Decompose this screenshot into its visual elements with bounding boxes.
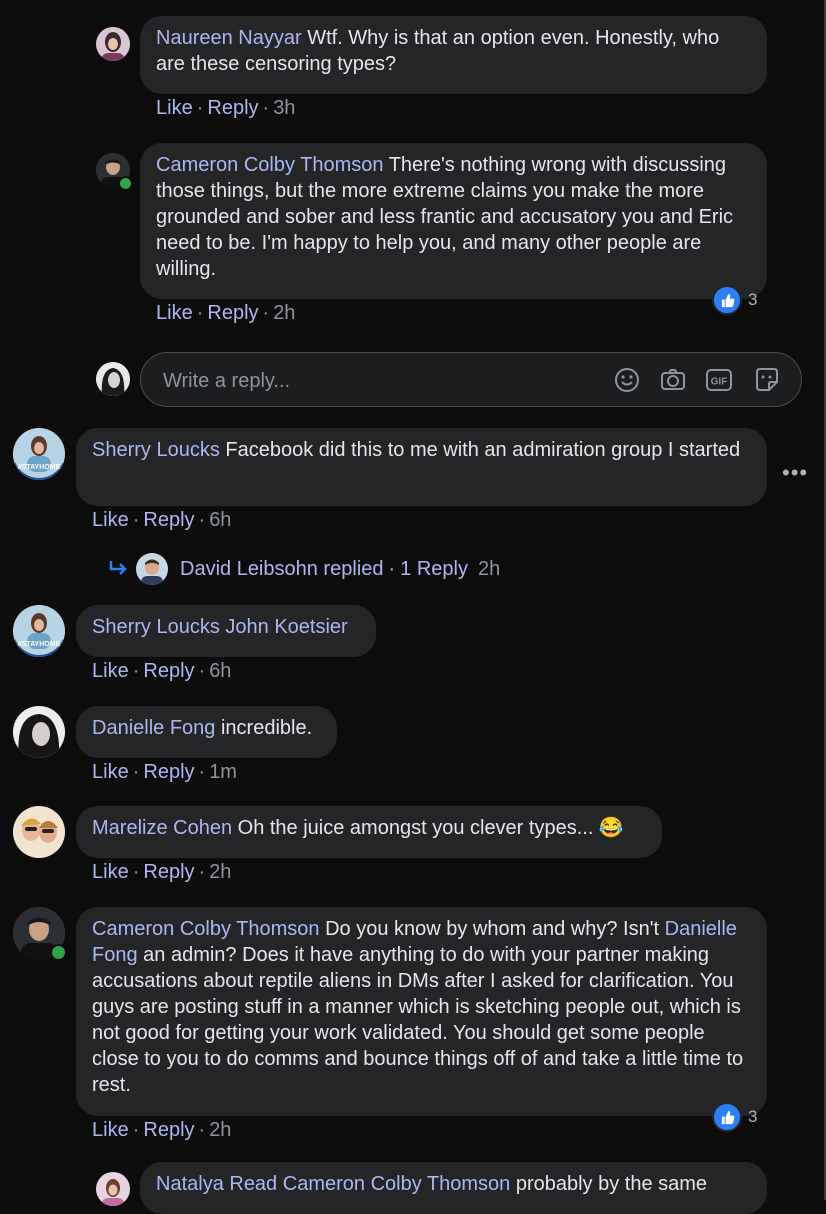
- current-user-avatar: [96, 362, 130, 396]
- comment-bubble: Sherry Loucks Facebook did this to me wi…: [76, 428, 767, 506]
- comment-bubble: Cameron Colby Thomson There's nothing wr…: [140, 143, 767, 299]
- comment-actions: Like · Reply · 2h: [92, 861, 232, 883]
- author-name[interactable]: Marelize Cohen: [92, 817, 232, 839]
- comment-text: Facebook did this to me with an admirati…: [225, 439, 741, 461]
- timestamp[interactable]: 2h: [273, 302, 295, 324]
- reaction-count: 3: [748, 290, 758, 309]
- like-button[interactable]: Like: [92, 509, 129, 531]
- avatar[interactable]: #STAYHOME: [13, 605, 65, 657]
- reply-button[interactable]: Reply: [207, 302, 258, 324]
- timestamp[interactable]: 6h: [209, 660, 231, 682]
- comment-bubble: Cameron Colby Thomson Do you know by who…: [76, 907, 767, 1116]
- sticker-icon[interactable]: [753, 366, 781, 394]
- avatar[interactable]: [13, 806, 65, 858]
- like-button[interactable]: Like: [92, 660, 129, 682]
- online-status-indicator: [118, 176, 133, 191]
- avatar[interactable]: [96, 1172, 130, 1206]
- comment-text: incredible.: [220, 717, 313, 739]
- timestamp[interactable]: 2h: [209, 861, 231, 883]
- reply-button[interactable]: Reply: [143, 1119, 194, 1141]
- author-name[interactable]: Sherry Loucks: [92, 439, 220, 461]
- comment-text: Do you know by whom and why? Isn't: [325, 918, 660, 940]
- avatar: [136, 553, 168, 585]
- comment-actions: Like · Reply · 6h: [92, 509, 232, 531]
- comment-text-continued: an admin? Does it have anything to do wi…: [92, 944, 744, 1096]
- like-button[interactable]: Like: [156, 97, 193, 119]
- comment-actions: Like · Reply · 2h: [92, 1119, 232, 1141]
- gif-icon[interactable]: GIF: [705, 366, 733, 394]
- reaction-summary[interactable]: 3: [712, 285, 757, 315]
- timestamp[interactable]: 2h: [209, 1119, 231, 1141]
- reply-button[interactable]: Reply: [143, 660, 194, 682]
- view-replies-link[interactable]: David Leibsohn replied · 1 Reply 2h: [108, 553, 501, 585]
- comment-actions: Like · Reply · 2h: [156, 302, 296, 324]
- reply-button[interactable]: Reply: [143, 509, 194, 531]
- avatar-badge: #STAYHOME: [18, 464, 61, 471]
- author-name[interactable]: Danielle Fong: [92, 717, 215, 739]
- comment-actions: Like · Reply · 6h: [92, 660, 232, 682]
- reply-arrow-icon: [108, 559, 130, 579]
- mention-link[interactable]: Cameron Colby Thomson: [283, 1173, 511, 1195]
- comment-bubble: Natalya Read Cameron Colby Thomson proba…: [140, 1162, 767, 1214]
- online-status-indicator: [50, 944, 67, 961]
- like-button[interactable]: Like: [92, 761, 129, 783]
- timestamp[interactable]: 6h: [209, 509, 231, 531]
- comment-bubble: Sherry Loucks John Koetsier: [76, 605, 376, 657]
- timestamp: 2h: [477, 557, 501, 580]
- reply-count: 1 Reply: [400, 557, 468, 580]
- emoji-icon[interactable]: [613, 366, 641, 394]
- like-button[interactable]: Like: [92, 1119, 129, 1141]
- avatar[interactable]: [13, 706, 65, 758]
- author-name[interactable]: Naureen Nayyar: [156, 27, 302, 49]
- timestamp[interactable]: 3h: [273, 97, 295, 119]
- mention-link[interactable]: John Koetsier: [225, 616, 347, 638]
- replied-text: David Leibsohn replied: [180, 557, 384, 580]
- more-options-icon[interactable]: •••: [782, 460, 808, 486]
- reaction-summary[interactable]: 3: [712, 1102, 757, 1132]
- comment-bubble: Danielle Fong incredible.: [76, 706, 337, 758]
- avatar[interactable]: #STAYHOME: [13, 428, 65, 480]
- avatar[interactable]: [96, 27, 130, 61]
- comment-text: probably by the same: [515, 1173, 708, 1195]
- timestamp[interactable]: 1m: [209, 761, 237, 783]
- like-button[interactable]: Like: [156, 302, 193, 324]
- comment-bubble: Naureen Nayyar Wtf. Why is that an optio…: [140, 16, 767, 94]
- thumbs-up-icon: [712, 1102, 742, 1132]
- reply-input[interactable]: [161, 366, 585, 396]
- reply-button[interactable]: Reply: [207, 97, 258, 119]
- author-name[interactable]: Sherry Loucks: [92, 616, 220, 638]
- reply-button[interactable]: Reply: [143, 761, 194, 783]
- thumbs-up-icon: [712, 285, 742, 315]
- reply-button[interactable]: Reply: [143, 861, 194, 883]
- author-name[interactable]: Cameron Colby Thomson: [156, 154, 384, 176]
- comment-text: Oh the juice amongst you clever types...…: [237, 817, 624, 839]
- camera-icon[interactable]: [659, 366, 687, 394]
- comment-actions: Like · Reply · 3h: [156, 97, 296, 119]
- comment-bubble: Marelize Cohen Oh the juice amongst you …: [76, 806, 662, 858]
- author-name[interactable]: Natalya Read: [156, 1173, 277, 1195]
- avatar-badge: #STAYHOME: [18, 641, 61, 648]
- author-name[interactable]: Cameron Colby Thomson: [92, 918, 320, 940]
- comment-actions: Like · Reply · 1m: [92, 761, 237, 783]
- reaction-count: 3: [748, 1107, 758, 1126]
- svg-text:GIF: GIF: [711, 377, 728, 388]
- reply-composer: GIF: [140, 352, 802, 407]
- like-button[interactable]: Like: [92, 861, 129, 883]
